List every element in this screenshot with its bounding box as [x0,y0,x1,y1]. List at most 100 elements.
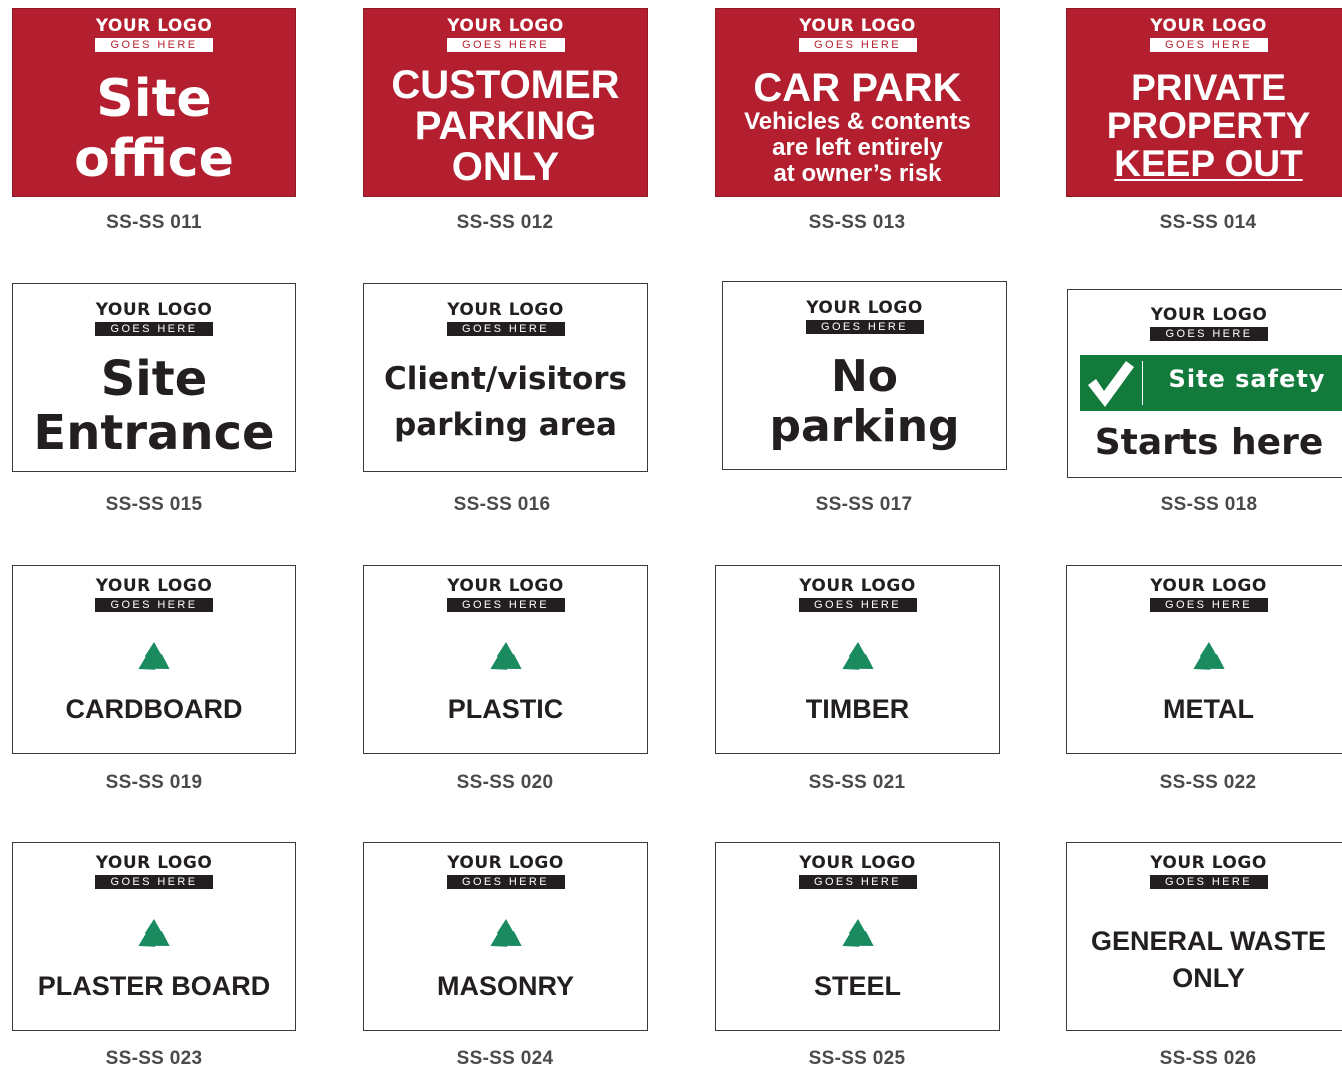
logo-placeholder: YOUR LOGO GOES HERE [13,854,295,890]
logo-line-1: YOUR LOGO [447,853,564,873]
logo-placeholder: YOUR LOGO GOES HERE [1067,577,1342,613]
sign-line: PRIVATE [1131,67,1286,108]
sign-line: Starts here [1094,422,1324,463]
product-code: SS-SS 025 [808,1048,906,1069]
logo-placeholder: YOUR LOGO GOES HERE [364,854,647,890]
sign-line: are left entirely [772,134,943,161]
sign-card[interactable]: YOUR LOGO GOES HERE PLASTIC [363,565,648,754]
sign-card[interactable]: YOUR LOGO GOES HERE PRIVATE PROPERTY KEE… [1066,8,1342,197]
product-code: SS-SS 021 [808,772,906,793]
logo-line-2: GOES HERE [798,38,917,52]
logo-line-2: GOES HERE [1150,327,1268,341]
logo-line-1: YOUR LOGO [95,853,213,873]
logo-line-2: GOES HERE [1149,875,1268,889]
sign-line: Vehicles & contents [744,108,971,135]
logo-placeholder: YOUR LOGO GOES HERE [364,577,647,613]
sign-card[interactable]: YOUR LOGO GOES HERE STEEL [715,842,1000,1031]
logo-placeholder: YOUR LOGO GOES HERE [1067,17,1342,53]
product-code: SS-SS 019 [105,772,203,793]
sign-card[interactable]: YOUR LOGO GOES HERE Site office [12,8,296,197]
sign-message: PLASTER BOARD [37,971,271,1001]
sign-card[interactable]: YOUR LOGO GOES HERE Site safety Starts h… [1067,289,1342,478]
logo-line-2: GOES HERE [95,322,213,336]
product-code: SS-SS 015 [105,494,203,515]
logo-line-2: GOES HERE [446,875,565,889]
logo-line-1: YOUR LOGO [447,300,564,320]
banner-divider [1142,361,1143,405]
logo-line-1: YOUR LOGO [806,298,923,318]
sign-card[interactable]: YOUR LOGO GOES HERE No parking [722,281,1007,470]
sign-line: Site [100,351,208,407]
sign-card[interactable]: YOUR LOGO GOES HERE Client/visitors park… [363,283,648,472]
recycle-icon [133,919,175,954]
logo-placeholder: YOUR LOGO GOES HERE [13,17,295,53]
sign-card[interactable]: YOUR LOGO GOES HERE GENERAL WASTE ONLY [1066,842,1342,1031]
sign-card[interactable]: YOUR LOGO GOES HERE Site Entrance [12,283,296,472]
product-code: SS-SS 017 [815,494,913,515]
sign-line: at owner’s risk [773,160,942,187]
sign-message: Starts here [1068,423,1342,463]
recycle-icon [837,919,878,954]
sign-card[interactable]: YOUR LOGO GOES HERE CARDBOARD [12,565,296,754]
sign-line: PROPERTY [1106,105,1311,146]
recycle-icon [485,919,526,954]
logo-line-2: GOES HERE [446,38,565,52]
sign-card[interactable]: YOUR LOGO GOES HERE MASONRY [363,842,648,1031]
safety-banner: Site safety [1080,355,1342,411]
sign-line: GENERAL WASTE [1090,926,1327,956]
logo-placeholder: YOUR LOGO GOES HERE [13,301,295,337]
logo-line-2: GOES HERE [95,38,213,52]
sign-line: KEEP OUT [1114,143,1303,184]
recycle-icon [837,642,878,677]
product-code: SS-SS 016 [453,494,551,515]
sign-line: Entrance [33,405,275,461]
logo-line-2: GOES HERE [446,598,565,612]
logo-placeholder: YOUR LOGO GOES HERE [364,301,647,337]
sign-line: parking area [394,407,617,443]
sign-message: GENERAL WASTE ONLY [1067,923,1342,997]
logo-line-1: YOUR LOGO [799,576,916,596]
sign-message: PLASTIC [447,694,564,724]
recycle-icon [133,642,175,677]
logo-line-1: YOUR LOGO [447,576,564,596]
sign-message: PRIVATE PROPERTY KEEP OUT [1067,69,1342,183]
sign-message: No parking [723,352,1006,452]
logo-line-1: YOUR LOGO [799,16,916,36]
product-code: SS-SS 020 [456,772,554,793]
sign-message: METAL [1163,694,1254,724]
product-code: SS-SS 012 [456,212,554,233]
sign-message: TIMBER [805,694,910,724]
product-code: SS-SS 023 [105,1048,203,1069]
logo-placeholder: YOUR LOGO GOES HERE [716,577,999,613]
sign-message: CUSTOMER PARKING ONLY [364,65,647,188]
sign-line: office [74,129,234,189]
logo-line-1: YOUR LOGO [1150,853,1267,873]
product-code: SS-SS 024 [456,1048,554,1069]
sign-message: CAR PARK Vehicles & contents are left en… [716,67,999,187]
sign-message: Client/visitors parking area [364,356,647,448]
logo-line-1: YOUR LOGO [1150,305,1268,325]
checkmark-icon [1088,361,1134,407]
recycle-icon [485,642,526,677]
logo-line-1: YOUR LOGO [799,853,916,873]
sign-card[interactable]: YOUR LOGO GOES HERE METAL [1066,565,1342,754]
logo-placeholder: YOUR LOGO GOES HERE [1067,854,1342,890]
logo-placeholder: YOUR LOGO GOES HERE [13,577,295,613]
sign-card[interactable]: YOUR LOGO GOES HERE CUSTOMER PARKING ONL… [363,8,648,197]
recycle-icon [1188,642,1229,677]
logo-placeholder: YOUR LOGO GOES HERE [716,17,999,53]
product-code: SS-SS 022 [1159,772,1257,793]
product-code: SS-SS 026 [1159,1048,1257,1069]
logo-line-2: GOES HERE [1149,598,1268,612]
logo-placeholder: YOUR LOGO GOES HERE [364,17,647,53]
sign-message: Site office [13,69,295,189]
logo-line-2: GOES HERE [95,875,213,889]
product-code: SS-SS 018 [1160,494,1258,515]
logo-line-1: YOUR LOGO [95,576,213,596]
sign-card[interactable]: YOUR LOGO GOES HERE PLASTER BOARD [12,842,296,1031]
product-code: SS-SS 014 [1159,212,1257,233]
sign-card[interactable]: YOUR LOGO GOES HERE CAR PARK Vehicles & … [715,8,1000,197]
sign-card[interactable]: YOUR LOGO GOES HERE TIMBER [715,565,1000,754]
logo-line-2: GOES HERE [446,322,565,336]
logo-line-2: GOES HERE [798,875,917,889]
